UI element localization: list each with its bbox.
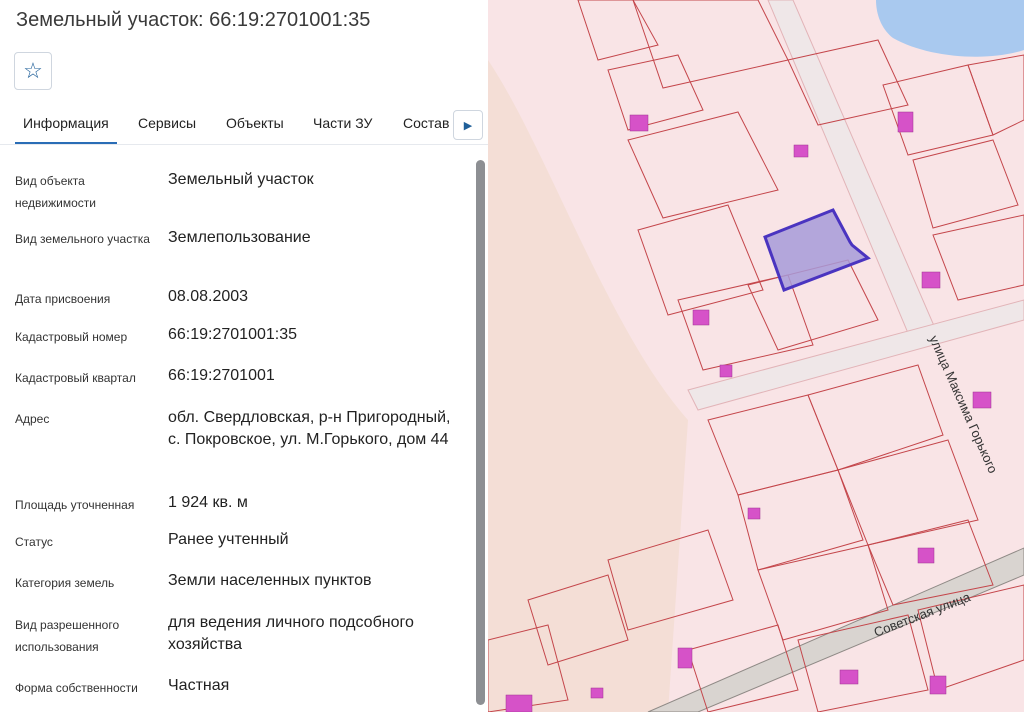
label-cadastral-number: Кадастровый номер [15, 330, 128, 344]
value-cadastral-number: 66:19:2701001:35 [168, 326, 298, 343]
label-land-category: Категория земель [15, 576, 115, 590]
label-permitted-use: Вид разрешенного использования [15, 618, 120, 654]
info-panel: Земельный участок: 66:19:2701001:35 ☆ Ин… [0, 0, 488, 712]
tab-composition[interactable]: Состав [403, 115, 449, 131]
value-object-type: Земельный участок [168, 171, 314, 188]
tab-information[interactable]: Информация [15, 115, 117, 144]
label-ownership: Форма собственности [15, 681, 138, 695]
value-status: Ранее учтенный [168, 531, 289, 548]
label-object-type: Вид объекта недвижимости [15, 174, 96, 210]
tab-services[interactable]: Сервисы [138, 115, 196, 131]
cadastral-map[interactable]: улица Максима Горького Советская улица [487, 0, 1024, 713]
label-assign-date: Дата присвоения [15, 292, 111, 306]
tab-bar: Информация Сервисы Объекты Части ЗУ Сост… [0, 96, 488, 145]
value-parcel-type: Землепользование [168, 229, 311, 246]
map-canvas[interactable]: улица Максима Горького Советская улица [487, 0, 1024, 713]
panel-scrollbar[interactable] [476, 160, 485, 705]
tab-objects[interactable]: Объекты [226, 115, 284, 131]
value-ownership: Частная [168, 677, 230, 694]
page-title: Земельный участок: 66:19:2701001:35 [16, 9, 371, 31]
label-parcel-type: Вид земельного участка [15, 232, 150, 246]
label-status: Статус [15, 535, 53, 549]
label-address: Адрес [15, 412, 50, 426]
label-area: Площадь уточненная [15, 498, 135, 512]
tab-parts[interactable]: Части ЗУ [313, 115, 372, 131]
label-cadastral-quarter: Кадастровый квартал [15, 371, 136, 385]
value-address: обл. Свердловская, р-н Пригородный, с. П… [168, 409, 451, 448]
chevron-right-icon: ▶ [463, 119, 473, 132]
value-permitted-use: для ведения личного подсобного хозяйства [168, 614, 414, 653]
star-icon: ☆ [23, 58, 43, 83]
favorite-button[interactable]: ☆ [14, 52, 52, 90]
tabs-next-button[interactable]: ▶ [453, 110, 483, 140]
value-area: 1 924 кв. м [168, 494, 248, 511]
value-cadastral-quarter: 66:19:2701001 [168, 367, 275, 384]
value-assign-date: 08.08.2003 [168, 288, 249, 305]
value-land-category: Земли населенных пунктов [168, 572, 372, 589]
